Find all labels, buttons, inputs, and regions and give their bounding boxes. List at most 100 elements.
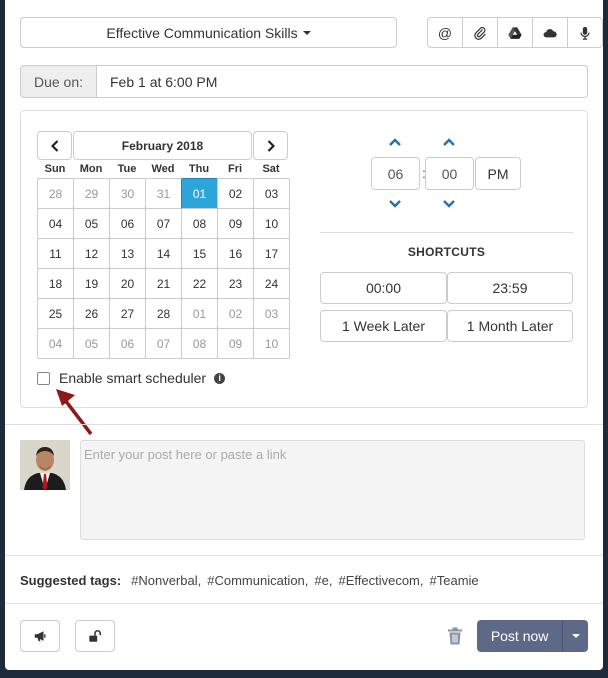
calendar-day[interactable]: 09 — [217, 328, 254, 359]
chevron-down-icon — [389, 200, 401, 208]
group-select-dropdown[interactable]: Effective Communication Skills — [20, 17, 397, 48]
microphone-icon — [580, 26, 590, 40]
next-month-button[interactable] — [253, 131, 288, 160]
hour-input[interactable]: 06 — [371, 157, 420, 190]
suggested-tag[interactable]: #Effectivecom, — [338, 573, 423, 588]
calendar-day[interactable]: 05 — [73, 208, 110, 239]
shortcut-month-later-button[interactable]: 1 Month Later — [447, 310, 573, 342]
calendar-day[interactable]: 31 — [145, 178, 182, 209]
unlock-icon — [89, 630, 102, 642]
calendar-day[interactable]: 22 — [181, 268, 218, 299]
calendar-day[interactable]: 11 — [37, 238, 74, 269]
chevron-up-icon — [443, 138, 455, 146]
weekday-label: Sat — [262, 163, 280, 175]
calendar-day[interactable]: 21 — [145, 268, 182, 299]
calendar-day[interactable]: 28 — [37, 178, 74, 209]
calendar-month-title[interactable]: February 2018 — [73, 131, 252, 160]
weekday-label: Wed — [151, 163, 175, 175]
calendar-day[interactable]: 08 — [181, 328, 218, 359]
calendar-day[interactable]: 02 — [217, 178, 254, 209]
calendar-day[interactable]: 19 — [73, 268, 110, 299]
calendar-day[interactable]: 16 — [217, 238, 254, 269]
privacy-lock-button[interactable] — [75, 620, 115, 652]
delete-button[interactable] — [445, 625, 465, 647]
calendar-day[interactable]: 17 — [253, 238, 290, 269]
calendar-day[interactable]: 09 — [217, 208, 254, 239]
due-date-field[interactable]: Feb 1 at 6:00 PM — [97, 65, 588, 98]
calendar-day[interactable]: 04 — [37, 208, 74, 239]
calendar-day[interactable]: 02 — [217, 298, 254, 329]
calendar-day[interactable]: 12 — [73, 238, 110, 269]
calendar-day[interactable]: 27 — [109, 298, 146, 329]
calendar-day[interactable]: 06 — [109, 328, 146, 359]
shortcuts-divider — [320, 232, 573, 233]
calendar-day[interactable]: 13 — [109, 238, 146, 269]
shortcut-end-of-day-button[interactable]: 23:59 — [447, 272, 573, 304]
weekday-label: Mon — [79, 163, 103, 175]
minute-down-button[interactable] — [439, 196, 459, 212]
post-options-dropdown[interactable] — [562, 620, 588, 652]
calendar-day[interactable]: 29 — [73, 178, 110, 209]
attach-file-button[interactable] — [462, 17, 498, 48]
calendar-day[interactable]: 28 — [145, 298, 182, 329]
calendar-day[interactable]: 06 — [109, 208, 146, 239]
suggested-tag[interactable]: #e, — [314, 573, 332, 588]
annotation-arrow — [56, 389, 93, 436]
weekday-label: Tue — [117, 163, 137, 175]
previous-month-button[interactable] — [37, 131, 72, 160]
hour-down-button[interactable] — [385, 196, 405, 212]
calendar-day[interactable]: 04 — [37, 328, 74, 359]
calendar-day[interactable]: 10 — [253, 208, 290, 239]
hour-up-button[interactable] — [385, 134, 405, 150]
post-textarea[interactable]: Enter your post here or paste a link — [80, 440, 585, 540]
calendar-day[interactable]: 24 — [253, 268, 290, 299]
calendar-day[interactable]: 03 — [253, 178, 290, 209]
calendar-day[interactable]: 07 — [145, 328, 182, 359]
due-date-label: Due on: — [20, 65, 97, 98]
calendar-day[interactable]: 20 — [109, 268, 146, 299]
due-date-row: Due on: Feb 1 at 6:00 PM — [20, 65, 588, 98]
minute-input[interactable]: 00 — [425, 157, 474, 190]
calendar-day[interactable]: 26 — [73, 298, 110, 329]
suggested-tags: Suggested tags: #Nonverbal, #Communicati… — [20, 573, 485, 588]
calendar-day[interactable]: 05 — [73, 328, 110, 359]
calendar-day-selected[interactable]: 01 — [181, 178, 218, 209]
trash-icon — [448, 627, 462, 645]
google-drive-button[interactable] — [497, 17, 533, 48]
suggested-tag[interactable]: #Communication, — [207, 573, 308, 588]
shortcut-midnight-button[interactable]: 00:00 — [320, 272, 447, 304]
shortcut-week-later-button[interactable]: 1 Week Later — [320, 310, 447, 342]
calendar-day-grid: 28 29 30 31 01 02 03 04 05 06 07 08 09 10 11 12 13 14 15 16… — [37, 178, 290, 359]
minute-up-button[interactable] — [439, 134, 459, 150]
onedrive-button[interactable] — [532, 17, 568, 48]
calendar-day[interactable]: 10 — [253, 328, 290, 359]
chevron-left-icon — [50, 139, 58, 152]
record-audio-button[interactable] — [567, 17, 603, 48]
calendar-day[interactable]: 07 — [145, 208, 182, 239]
mention-button[interactable]: @ — [427, 17, 463, 48]
smart-scheduler-checkbox[interactable] — [37, 371, 50, 385]
weekday-label: Sun — [44, 163, 66, 175]
calendar-day[interactable]: 03 — [253, 298, 290, 329]
calendar-day[interactable]: 18 — [37, 268, 74, 299]
suggested-tag[interactable]: #Nonverbal, — [131, 573, 201, 588]
announcement-button[interactable] — [20, 620, 60, 652]
calendar-day[interactable]: 25 — [37, 298, 74, 329]
calendar-header: February 2018 — [37, 131, 288, 160]
chevron-up-icon — [389, 138, 401, 146]
google-drive-icon — [508, 26, 522, 39]
ampm-toggle[interactable]: PM — [475, 157, 521, 190]
calendar-day[interactable]: 30 — [109, 178, 146, 209]
info-icon[interactable]: i — [214, 372, 226, 384]
calendar-day[interactable]: 15 — [181, 238, 218, 269]
group-select-label: Effective Communication Skills — [106, 24, 298, 41]
calendar-day[interactable]: 23 — [217, 268, 254, 299]
suggested-tag[interactable]: #Teamie — [430, 573, 479, 588]
calendar-day[interactable]: 14 — [145, 238, 182, 269]
at-icon: @ — [437, 24, 453, 41]
weekday-label: Fri — [227, 163, 243, 175]
calendar-day[interactable]: 01 — [181, 298, 218, 329]
onedrive-icon — [543, 28, 557, 37]
post-now-button[interactable]: Post now — [477, 620, 588, 652]
calendar-day[interactable]: 08 — [181, 208, 218, 239]
